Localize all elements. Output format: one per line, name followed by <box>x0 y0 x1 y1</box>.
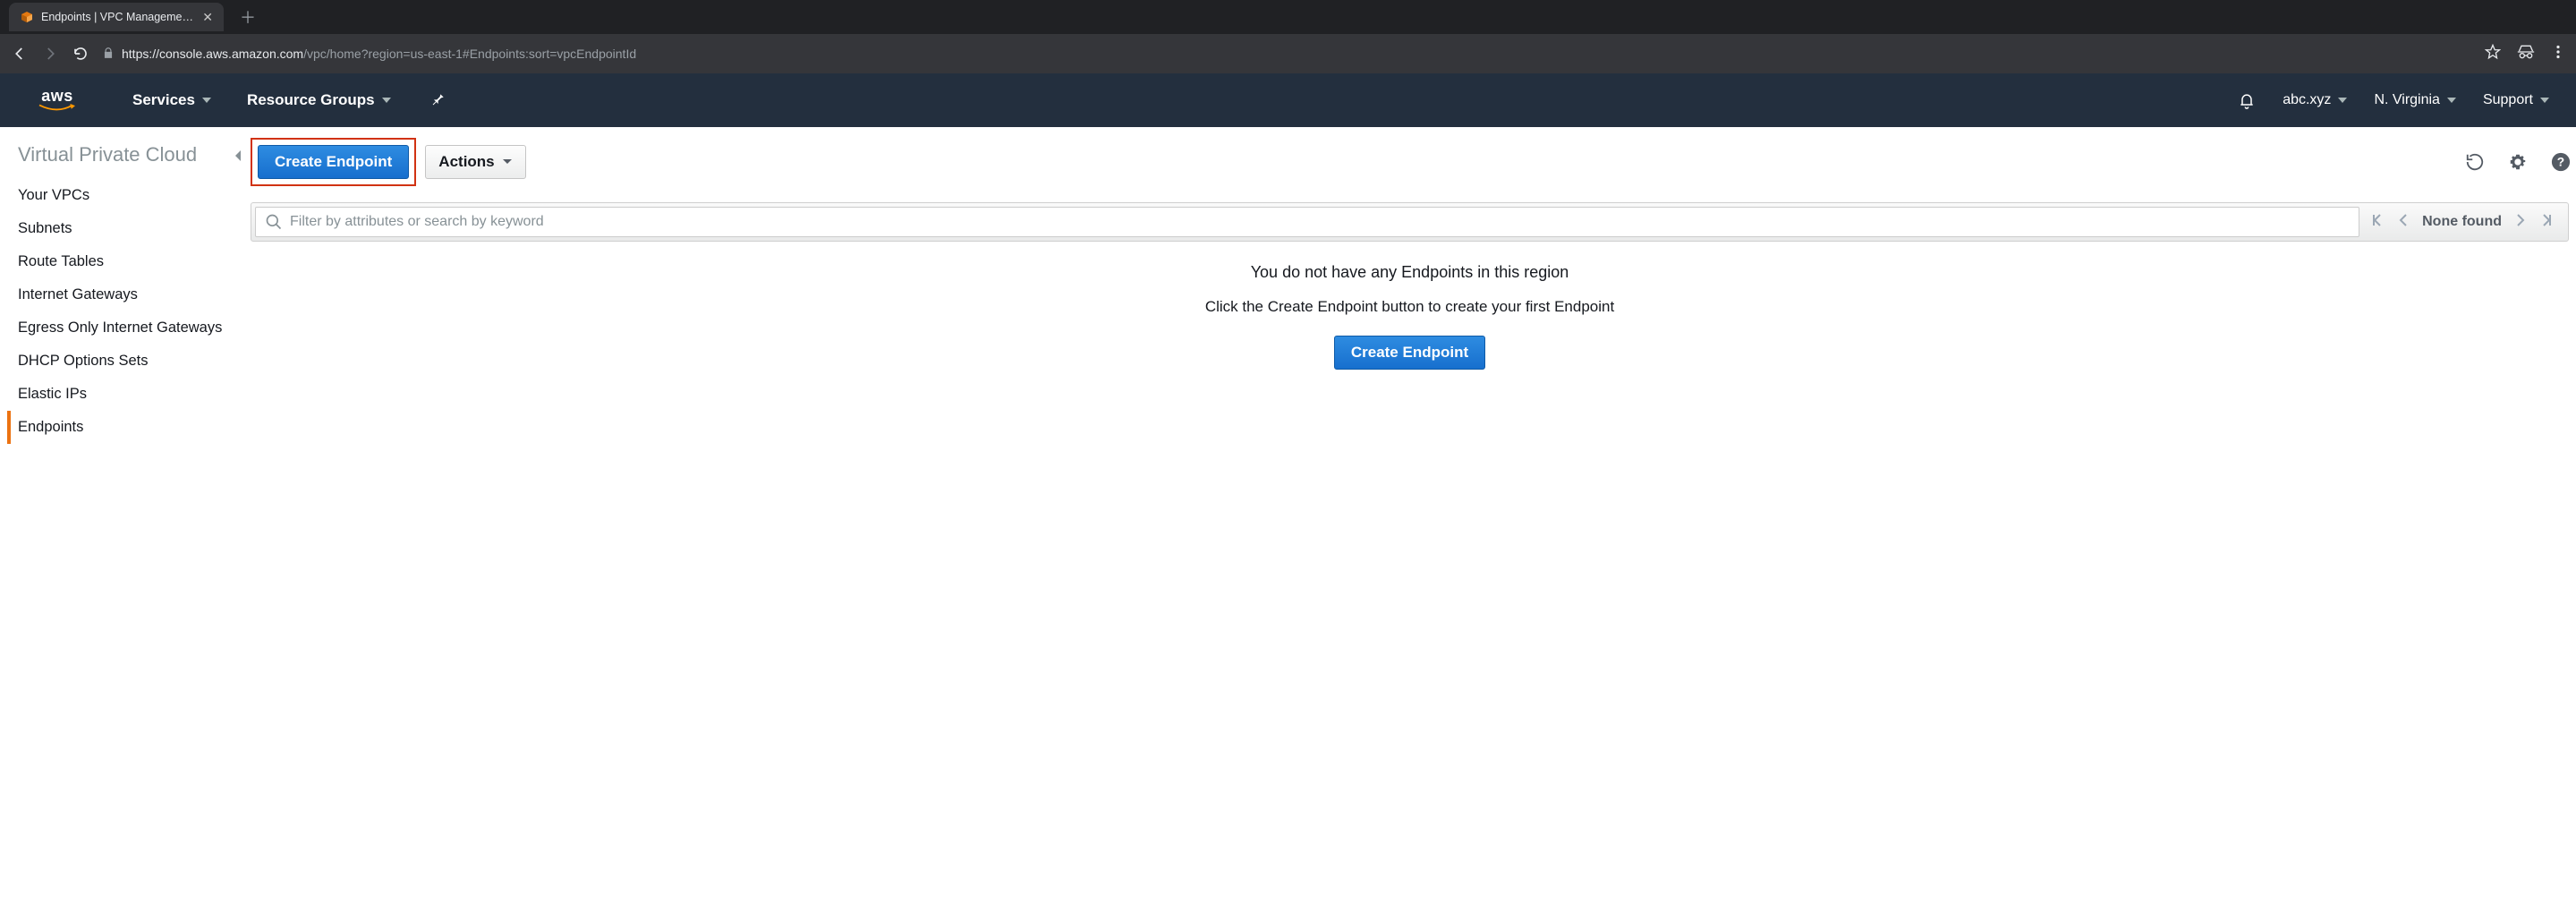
sidebar-item-subnets[interactable]: Subnets <box>18 212 233 245</box>
url-bar[interactable]: https://console.aws.amazon.com/vpc/home?… <box>102 47 2472 62</box>
sidebar-collapse-button[interactable] <box>233 127 249 444</box>
aws-logo[interactable]: aws <box>36 88 79 113</box>
gear-icon <box>2508 152 2528 172</box>
sidebar-item-egress-only-igw[interactable]: Egress Only Internet Gateways <box>18 311 233 345</box>
url-host: https://console.aws.amazon.com <box>122 47 303 61</box>
sidebar-item-your-vpcs[interactable]: Your VPCs <box>18 179 233 212</box>
refresh-button[interactable] <box>2465 152 2485 172</box>
account-menu[interactable]: abc.xyz <box>2283 92 2347 108</box>
menu-icon[interactable] <box>2551 45 2565 64</box>
address-bar: https://console.aws.amazon.com/vpc/home?… <box>0 34 2576 73</box>
pager-status: None found <box>2422 214 2502 230</box>
services-menu[interactable]: Services <box>132 91 211 109</box>
chevron-down-icon <box>502 157 513 167</box>
chevron-down-icon <box>2540 98 2549 103</box>
pager-prev-button[interactable] <box>2397 213 2410 232</box>
main-layout: Virtual Private Cloud Your VPCs Subnets … <box>0 127 2576 444</box>
tab-title: Endpoints | VPC Management C <box>41 11 195 23</box>
resource-groups-label: Resource Groups <box>247 91 375 109</box>
empty-heading: You do not have any Endpoints in this re… <box>249 263 2571 282</box>
chevron-down-icon <box>2447 98 2456 103</box>
star-icon[interactable] <box>2485 44 2501 64</box>
forward-button[interactable] <box>41 45 59 63</box>
url-path: /vpc/home?region=us-east-1#Endpoints:sor… <box>303 47 636 61</box>
pager-next-button[interactable] <box>2514 213 2527 232</box>
close-icon[interactable]: ✕ <box>202 10 213 25</box>
chevron-down-icon <box>382 98 391 103</box>
pin-icon[interactable] <box>430 91 445 110</box>
sidebar: Virtual Private Cloud Your VPCs Subnets … <box>0 127 233 444</box>
notifications-button[interactable] <box>2238 91 2256 109</box>
settings-button[interactable] <box>2508 152 2528 172</box>
sidebar-item-internet-gateways[interactable]: Internet Gateways <box>18 278 233 311</box>
lock-icon <box>102 47 115 62</box>
support-label: Support <box>2483 92 2533 108</box>
filter-row: None found <box>251 202 2569 242</box>
pager: None found <box>2359 213 2564 232</box>
account-label: abc.xyz <box>2283 92 2331 108</box>
pager-last-button[interactable] <box>2539 213 2554 232</box>
help-icon: ? <box>2551 152 2571 172</box>
new-tab-button[interactable]: ＋ <box>240 5 256 29</box>
region-label: N. Virginia <box>2374 92 2440 108</box>
favicon-icon <box>20 10 34 24</box>
browser-chrome: Endpoints | VPC Management C ✕ ＋ https:/… <box>0 0 2576 73</box>
chevron-down-icon <box>202 98 211 103</box>
back-button[interactable] <box>11 45 29 63</box>
sidebar-heading: Virtual Private Cloud <box>18 143 233 166</box>
aws-header: aws Services Resource Groups abc.xyz N. … <box>0 73 2576 127</box>
empty-create-endpoint-button[interactable]: Create Endpoint <box>1334 336 1485 370</box>
svg-text:?: ? <box>2557 156 2564 169</box>
actions-menu-button[interactable]: Actions <box>425 145 525 179</box>
sidebar-item-route-tables[interactable]: Route Tables <box>18 245 233 278</box>
content: Create Endpoint Actions ? <box>249 127 2576 444</box>
sidebar-item-dhcp-options[interactable]: DHCP Options Sets <box>18 345 233 378</box>
browser-tab[interactable]: Endpoints | VPC Management C ✕ <box>9 3 224 31</box>
empty-subheading: Click the Create Endpoint button to crea… <box>249 298 2571 316</box>
sidebar-list: Your VPCs Subnets Route Tables Internet … <box>18 179 233 444</box>
reload-button[interactable] <box>72 45 89 63</box>
actions-label: Actions <box>438 153 494 171</box>
resource-groups-menu[interactable]: Resource Groups <box>247 91 391 109</box>
create-endpoint-button[interactable]: Create Endpoint <box>258 145 409 179</box>
search-icon <box>265 213 283 231</box>
search-input-wrap[interactable] <box>255 207 2359 237</box>
sidebar-item-elastic-ips[interactable]: Elastic IPs <box>18 378 233 411</box>
region-menu[interactable]: N. Virginia <box>2374 92 2456 108</box>
highlight-annotation: Create Endpoint <box>251 138 416 186</box>
sidebar-item-endpoints[interactable]: Endpoints <box>7 411 233 444</box>
chevron-down-icon <box>2338 98 2347 103</box>
support-menu[interactable]: Support <box>2483 92 2549 108</box>
tab-bar: Endpoints | VPC Management C ✕ ＋ <box>0 0 2576 34</box>
services-label: Services <box>132 91 195 109</box>
help-button[interactable]: ? <box>2551 152 2571 172</box>
aws-smile-icon <box>36 104 79 113</box>
pager-first-button[interactable] <box>2370 213 2385 232</box>
search-input[interactable] <box>290 214 2350 230</box>
toolbar: Create Endpoint Actions ? <box>249 138 2571 186</box>
empty-state: You do not have any Endpoints in this re… <box>249 242 2571 370</box>
incognito-icon[interactable] <box>2517 44 2535 64</box>
bell-icon <box>2238 91 2256 109</box>
